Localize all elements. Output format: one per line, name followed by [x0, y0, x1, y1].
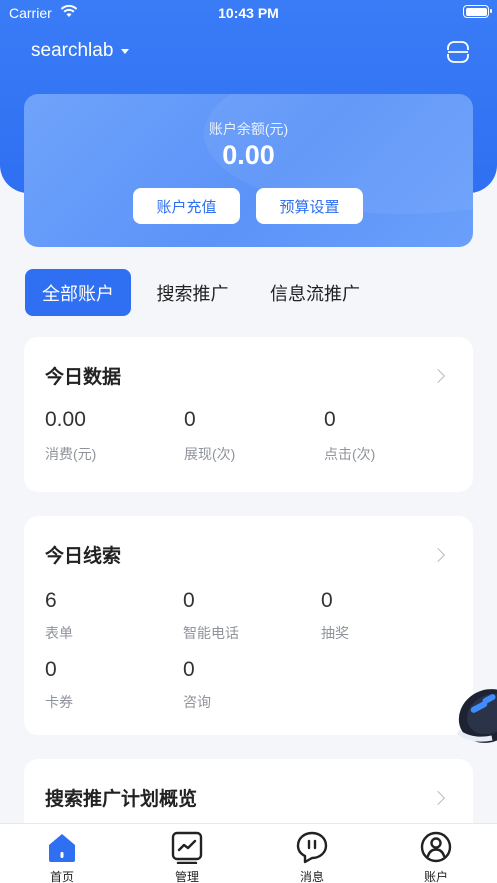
tab-label: 管理 [174, 870, 199, 883]
balance-card: 账户余额(元) 0.00 账户充值 预算设置 [24, 94, 473, 247]
today-leads-card[interactable]: 今日线索 6 表单 0 智能电话 0 抽奖 0 卡券 0 咨询 [24, 516, 473, 735]
today-data-title: 今日数据 [45, 367, 122, 388]
metric-value: 0 [324, 408, 336, 431]
chevron-right-icon [430, 547, 446, 563]
tab-manage[interactable]: 管理 [147, 830, 227, 883]
message-icon [296, 831, 328, 864]
today-data-card[interactable]: 今日数据 0.00 消费(元) 0 展现(次) 0 点击(次) [24, 337, 473, 492]
account-name: searchlab [31, 40, 114, 61]
metric-label: 抽奖 [321, 625, 349, 641]
tab-home[interactable]: 首页 [22, 830, 102, 883]
budget-settings-button[interactable]: 预算设置 [256, 188, 363, 224]
chart-icon [171, 831, 203, 864]
scan-icon[interactable] [446, 40, 470, 64]
tab-messages[interactable]: 消息 [272, 830, 352, 883]
balance-label: 账户余额(元) [208, 121, 289, 137]
tab-label: 首页 [49, 870, 74, 883]
tab-label: 消息 [299, 870, 324, 883]
tab-account[interactable]: 账户 [396, 830, 476, 883]
metric-label: 点击(次) [324, 446, 376, 462]
metric-value: 0.00 [45, 408, 86, 431]
metric-label: 表单 [45, 625, 73, 641]
metric-value: 0 [321, 589, 333, 612]
tab-search-promotion[interactable]: 搜索推广 [140, 269, 245, 316]
assistant-robot-icon[interactable] [452, 682, 497, 746]
metric-label: 咨询 [183, 694, 211, 710]
home-icon [49, 834, 75, 862]
chevron-right-icon [430, 368, 446, 384]
today-leads-title: 今日线索 [45, 546, 122, 567]
caret-down-icon [121, 48, 130, 54]
metric-value: 6 [45, 589, 57, 612]
metric-value: 0 [184, 408, 196, 431]
tab-all-accounts[interactable]: 全部账户 [25, 269, 131, 316]
metric-label: 消费(元) [45, 446, 97, 462]
recharge-button[interactable]: 账户充值 [133, 188, 240, 224]
metric-value: 0 [183, 658, 195, 681]
metric-label: 卡券 [45, 694, 73, 710]
chevron-right-icon [430, 790, 446, 806]
account-icon [420, 831, 452, 863]
metric-value: 0 [183, 589, 195, 612]
tab-bar: 首页 管理 消息 账户 [0, 823, 497, 883]
battery-icon [463, 5, 492, 18]
metric-value: 0 [45, 658, 57, 681]
tab-label: 账户 [423, 870, 448, 883]
status-bar: Carrier 10:43 PM [0, 0, 497, 26]
plan-overview-title: 搜索推广计划概览 [45, 789, 198, 810]
balance-value: 0.00 [222, 140, 275, 170]
account-switcher[interactable]: searchlab [31, 40, 130, 62]
tab-feed-promotion[interactable]: 信息流推广 [254, 269, 376, 316]
metric-label: 智能电话 [183, 625, 239, 641]
clock: 10:43 PM [218, 5, 279, 21]
metric-label: 展现(次) [184, 446, 236, 462]
